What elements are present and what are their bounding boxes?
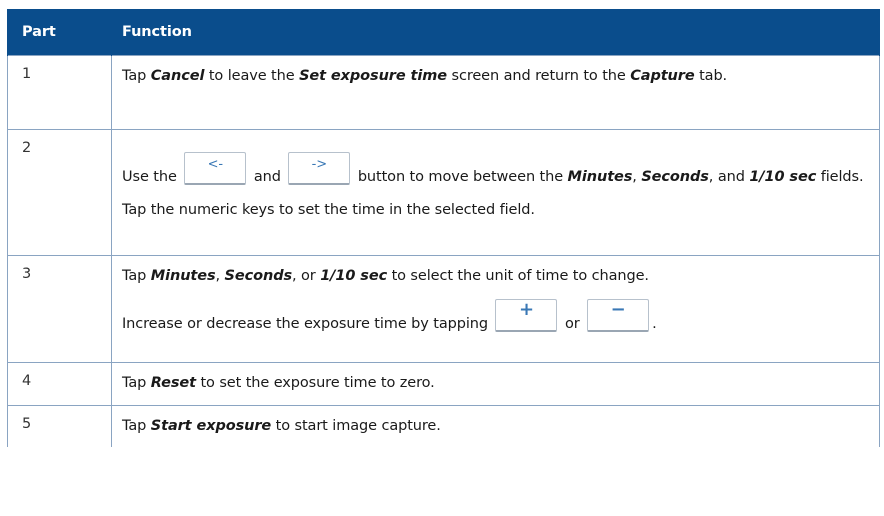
part-number: 4 [22, 373, 32, 389]
button-glyph: − [610, 299, 626, 320]
ui-term: Set exposure time [299, 68, 447, 84]
right-arrow-button-icon: -> [288, 152, 351, 185]
ui-term: 1/10 sec [749, 169, 817, 185]
body-text: , or [292, 268, 321, 284]
ui-term: Seconds [641, 169, 709, 185]
function-description: Tap Reset to set the exposure time to ze… [112, 363, 879, 404]
body-text: to start image capture. [271, 418, 441, 434]
function-paragraph: Tap Minutes, Seconds, or 1/10 sec to sel… [122, 266, 869, 287]
part-cell: 2 [7, 129, 112, 256]
table-header-row: Part Function [7, 9, 880, 56]
body-text: Use the [122, 169, 182, 185]
part-cell: 5 [7, 405, 112, 447]
body-text: and [249, 169, 286, 185]
body-text: Tap [122, 418, 151, 434]
body-text: Tap [122, 268, 151, 284]
body-text: , and [708, 169, 750, 185]
function-paragraph: Use the <- and -> button to move between… [122, 152, 869, 188]
ui-term: Reset [150, 375, 196, 391]
function-description: Tap Cancel to leave the Set exposure tim… [112, 56, 879, 97]
function-column-header: Function [111, 9, 880, 56]
part-cell: 4 [7, 362, 112, 406]
function-cell: Use the <- and -> button to move between… [111, 129, 880, 256]
part-number: 1 [22, 66, 32, 82]
left-arrow-button-icon: <- [184, 152, 247, 185]
ui-term: 1/10 sec [320, 268, 388, 284]
part-number: 2 [22, 140, 32, 156]
body-text: screen and return to the [446, 68, 631, 84]
body-text: , [632, 169, 642, 185]
table-row: 3 Tap Minutes, Seconds, or 1/10 sec to se… [7, 255, 880, 363]
function-cell: Tap Reset to set the exposure time to ze… [111, 362, 880, 406]
function-paragraph: Tap Reset to set the exposure time to ze… [122, 373, 869, 394]
button-glyph: <- [207, 157, 223, 172]
function-paragraph: Tap the numeric keys to set the time in … [122, 200, 869, 221]
body-text: tab. [694, 68, 728, 84]
body-text: button to move between the [353, 169, 568, 185]
function-description: Tap Minutes, Seconds, or 1/10 sec to sel… [112, 256, 879, 345]
body-text: fields. [816, 169, 864, 185]
part-column-header: Part [7, 9, 112, 56]
ui-term: Capture [630, 68, 695, 84]
part-number: 3 [22, 266, 32, 282]
part-cell: 1 [7, 55, 112, 130]
body-text: to leave the [204, 68, 300, 84]
ui-term: Cancel [150, 68, 205, 84]
button-glyph: + [518, 299, 534, 320]
minus-button-icon: − [587, 299, 650, 332]
ui-term: Start exposure [150, 418, 272, 434]
function-description: Use the <- and -> button to move between… [112, 130, 879, 231]
plus-button-icon: + [495, 299, 558, 332]
part-cell: 3 [7, 255, 112, 363]
function-description: Tap Start exposure to start image captur… [112, 406, 879, 447]
function-paragraph: Tap Cancel to leave the Set exposure tim… [122, 66, 869, 87]
parts-function-table: Part Function 1 Tap Cancel to leave the S… [7, 9, 880, 447]
table-row: 1 Tap Cancel to leave the Set exposure ti… [7, 55, 880, 130]
body-text: Increase or decrease the exposure time b… [122, 316, 493, 332]
body-text: . [652, 316, 657, 332]
body-text: or [560, 316, 585, 332]
body-text: Tap [122, 375, 151, 391]
button-glyph: -> [311, 157, 327, 172]
body-text: to set the exposure time to zero. [195, 375, 435, 391]
part-number: 5 [22, 416, 32, 432]
body-text: to select the unit of time to change. [387, 268, 649, 284]
table-row: 4 Tap Reset to set the exposure time to z… [7, 362, 880, 406]
table-row: 2 Use the <- and -> button to move betwee… [7, 129, 880, 256]
function-cell: Tap Cancel to leave the Set exposure tim… [111, 55, 880, 130]
table-row: 5 Tap Start exposure to start image captu… [7, 405, 880, 447]
ui-term: Seconds [224, 268, 293, 284]
function-paragraph: Tap Start exposure to start image captur… [122, 416, 869, 437]
ui-term: Minutes [150, 268, 216, 284]
ui-term: Minutes [567, 169, 633, 185]
body-text: Tap the numeric keys to set the time in … [122, 202, 535, 218]
body-text: , [215, 268, 225, 284]
function-paragraph: Increase or decrease the exposure time b… [122, 299, 869, 335]
function-cell: Tap Start exposure to start image captur… [111, 405, 880, 447]
function-cell: Tap Minutes, Seconds, or 1/10 sec to sel… [111, 255, 880, 363]
body-text: Tap [122, 68, 151, 84]
